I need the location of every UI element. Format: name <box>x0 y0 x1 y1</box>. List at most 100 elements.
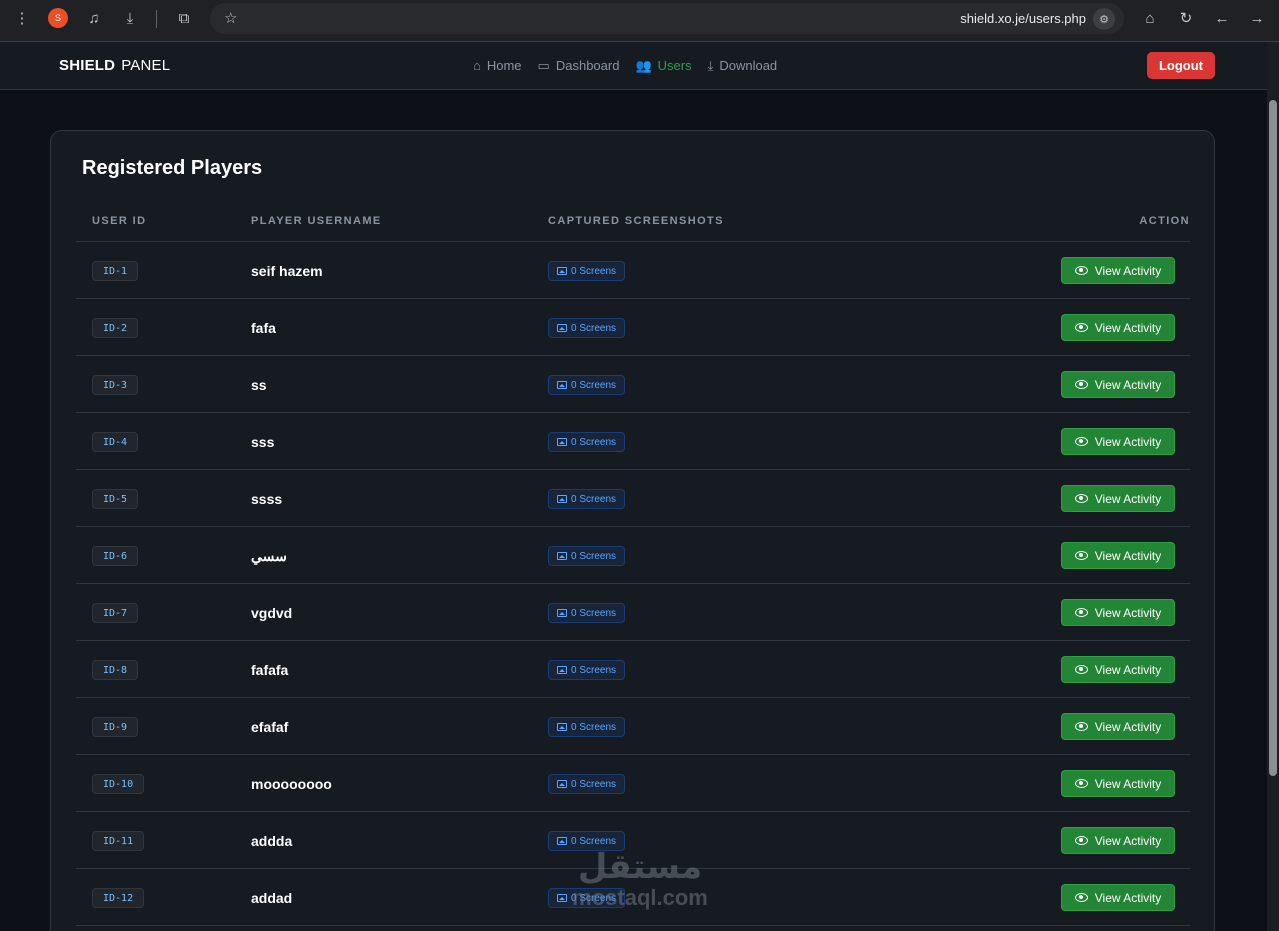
view-activity-button[interactable]: View Activity <box>1061 656 1175 683</box>
brand-logo[interactable]: SHIELD PANEL <box>59 57 170 74</box>
top-navbar: SHIELD PANEL ⌂ Home ▭ Dashboard 👥 Users ⤓… <box>0 42 1267 90</box>
eye-icon <box>1074 608 1088 617</box>
logout-button[interactable]: Logout <box>1147 52 1215 79</box>
screenshots-count: 0 Screens <box>571 835 617 847</box>
view-activity-button[interactable]: View Activity <box>1061 770 1175 797</box>
nav-link-users[interactable]: 👥 Users <box>635 58 691 73</box>
view-activity-label: View Activity <box>1094 320 1162 335</box>
user-id-badge: ID-8 <box>92 660 139 680</box>
back-icon[interactable]: ← <box>1211 7 1233 29</box>
players-table-body: ID-1 seif hazem 0 Screens View Activity ID-2… <box>76 242 1190 926</box>
toolbar-divider <box>156 10 157 28</box>
screenshots-badge: 0 Screens <box>548 375 626 395</box>
view-activity-label: View Activity <box>1094 263 1162 278</box>
view-activity-button[interactable]: View Activity <box>1061 257 1175 284</box>
download-icon: ⤓ <box>707 58 714 73</box>
home-icon[interactable]: ⌂ <box>1139 7 1161 29</box>
players-card: Registered Players USER ID PLAYER USERNA… <box>50 130 1215 931</box>
scrollbar-thumb[interactable] <box>1269 100 1277 776</box>
view-activity-button[interactable]: View Activity <box>1061 599 1175 626</box>
column-header-action: ACTION <box>1139 215 1190 227</box>
screenshots-badge: 0 Screens <box>548 489 626 509</box>
screenshots-count: 0 Screens <box>571 379 617 391</box>
player-username: fafafa <box>251 662 289 678</box>
nav-link-download[interactable]: ⤓ Download <box>708 58 778 73</box>
brand-bold: SHIELD <box>59 57 116 74</box>
user-id-badge: ID-4 <box>92 432 139 452</box>
eye-icon <box>1074 665 1088 674</box>
view-activity-label: View Activity <box>1094 491 1162 506</box>
nav-link-home[interactable]: ⌂ Home <box>473 58 522 73</box>
page-title: Registered Players <box>82 157 263 179</box>
view-activity-button[interactable]: View Activity <box>1061 485 1175 512</box>
screenshots-count: 0 Screens <box>571 550 617 562</box>
eye-icon <box>1074 779 1088 788</box>
profile-avatar[interactable]: S <box>47 7 69 29</box>
image-icon <box>557 324 567 332</box>
view-activity-button[interactable]: View Activity <box>1061 371 1175 398</box>
image-icon <box>557 780 567 788</box>
users-icon: 👥 <box>635 58 652 73</box>
user-id-badge: ID-9 <box>92 717 139 737</box>
column-header-username: PLAYER USERNAME <box>251 215 382 227</box>
eye-icon <box>1074 380 1088 389</box>
user-id-badge: ID-7 <box>92 603 139 623</box>
view-activity-label: View Activity <box>1094 605 1162 620</box>
player-username: fafa <box>251 320 276 336</box>
user-id-badge: ID-12 <box>92 888 145 908</box>
download-icon[interactable]: ⤓ <box>119 7 141 29</box>
nav-links: ⌂ Home ▭ Dashboard 👥 Users ⤓ Download <box>473 58 777 73</box>
view-activity-button[interactable]: View Activity <box>1061 884 1175 911</box>
menu-dots-icon[interactable]: ⋮ <box>11 7 33 29</box>
nav-link-label: Download <box>719 58 778 73</box>
view-activity-label: View Activity <box>1094 719 1162 734</box>
column-header-screenshots: CAPTURED SCREENSHOTS <box>548 215 724 227</box>
table-row: ID-8 fafafa 0 Screens View Activity <box>76 641 1190 698</box>
forward-icon[interactable]: → <box>1246 7 1268 29</box>
star-icon[interactable]: ☆ <box>224 9 237 27</box>
view-activity-button[interactable]: View Activity <box>1061 428 1175 455</box>
screenshots-count: 0 Screens <box>571 265 617 277</box>
screenshots-count: 0 Screens <box>571 778 617 790</box>
screenshots-count: 0 Screens <box>571 892 617 904</box>
image-icon <box>557 495 567 503</box>
table-row: ID-10 moooooooo 0 Screens View Activity <box>76 755 1190 812</box>
image-icon <box>557 723 567 731</box>
table-row: ID-3 ss 0 Screens View Activity <box>76 356 1190 413</box>
media-controls-icon[interactable]: ♫ <box>83 7 105 29</box>
column-header-user-id: USER ID <box>92 215 147 227</box>
user-id-badge: ID-10 <box>92 774 145 794</box>
eye-icon <box>1074 437 1088 446</box>
eye-icon <box>1074 722 1088 731</box>
screenshots-count: 0 Screens <box>571 493 617 505</box>
address-bar[interactable]: ☆ shield.xo.je/users.php ⚙ <box>210 3 1124 34</box>
view-activity-label: View Activity <box>1094 776 1162 791</box>
extensions-icon[interactable]: ⧉ <box>173 7 195 29</box>
reload-icon[interactable]: ↻ <box>1175 7 1197 29</box>
player-username: ssss <box>251 491 283 507</box>
eye-icon <box>1074 836 1088 845</box>
table-header: USER ID PLAYER USERNAME CAPTURED SCREENS… <box>76 201 1190 242</box>
url-text[interactable]: shield.xo.je/users.php <box>960 11 1086 26</box>
screenshots-badge: 0 Screens <box>548 261 626 281</box>
view-activity-button[interactable]: View Activity <box>1061 542 1175 569</box>
view-activity-button[interactable]: View Activity <box>1061 827 1175 854</box>
eye-icon <box>1074 893 1088 902</box>
view-activity-button[interactable]: View Activity <box>1061 314 1175 341</box>
eye-icon <box>1074 551 1088 560</box>
image-icon <box>557 438 567 446</box>
page-scrollbar[interactable] <box>1267 42 1279 931</box>
view-activity-button[interactable]: View Activity <box>1061 713 1175 740</box>
table-row: ID-9 efafaf 0 Screens View Activity <box>76 698 1190 755</box>
user-id-badge: ID-6 <box>92 546 139 566</box>
eye-icon <box>1074 494 1088 503</box>
eye-icon <box>1074 266 1088 275</box>
eye-icon <box>1074 323 1088 332</box>
screenshots-badge: 0 Screens <box>548 432 626 452</box>
nav-link-dashboard[interactable]: ▭ Dashboard <box>538 58 620 73</box>
nav-link-label: Home <box>486 58 522 73</box>
image-icon <box>557 381 567 389</box>
view-activity-label: View Activity <box>1094 662 1162 677</box>
site-settings-icon[interactable]: ⚙ <box>1093 8 1115 30</box>
screenshots-badge: 0 Screens <box>548 831 626 851</box>
